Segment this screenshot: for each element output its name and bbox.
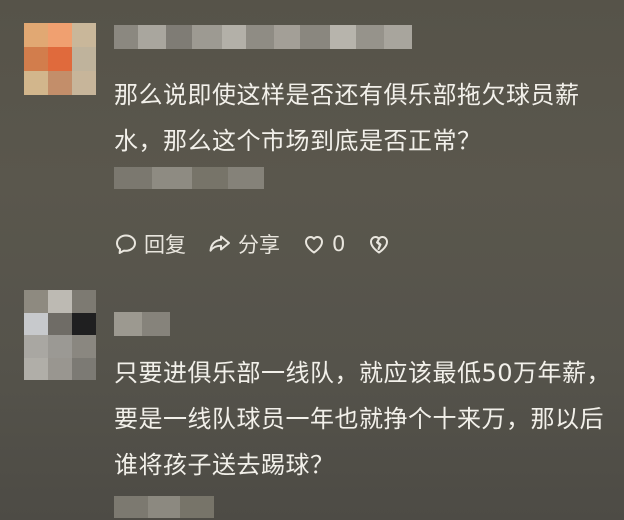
avatar-pixel [24, 290, 48, 313]
avatar-pixel [24, 71, 48, 95]
avatar-pixel [72, 290, 96, 313]
reply-button[interactable]: 回复 [114, 229, 186, 259]
avatar-pixel [72, 71, 96, 95]
avatar-pixel [72, 23, 96, 47]
like-heart-icon [305, 236, 323, 254]
avatar-pixel [72, 312, 96, 335]
share-label: 分享 [238, 233, 280, 257]
comment-actions: 回复 分享 0 [114, 226, 419, 262]
like-count: 0 [332, 232, 346, 256]
share-icon [209, 235, 230, 252]
reply-label: 回复 [144, 233, 186, 257]
avatar[interactable] [24, 23, 96, 95]
avatar-pixel [24, 335, 48, 358]
avatar-pixel [24, 23, 48, 47]
avatar-pixel [72, 47, 96, 71]
dislike-broken-heart-icon [370, 236, 389, 254]
avatar-pixel [48, 71, 72, 95]
comment-text: 那么说即使这样是否还有俱乐部拖欠球员薪水，那么这个市场到底是否正常？ [114, 81, 580, 155]
avatar-pixel [24, 47, 48, 71]
avatar-pixel [48, 23, 72, 47]
avatar-pixel [72, 335, 96, 358]
comment-meta-blurred [114, 167, 264, 189]
comment-thread: 那么说即使这样是否还有俱乐部拖欠球员薪水，那么这个市场到底是否正常？ 回复 分享… [0, 0, 624, 520]
username-blurred[interactable] [114, 25, 412, 49]
avatar-pixel [48, 357, 72, 380]
avatar-pixel [72, 357, 96, 380]
like-button[interactable]: 0 [302, 232, 345, 256]
comment-text: 只要进俱乐部一线队，就应该最低50万年薪，要是一线队球员一年也就挣个十来万，那以… [114, 359, 612, 479]
avatar-pixel [24, 357, 48, 380]
comment-meta-blurred [114, 496, 214, 518]
avatar[interactable] [24, 290, 96, 380]
username-blurred[interactable] [114, 312, 170, 336]
reply-icon [116, 234, 136, 254]
avatar-pixel [48, 290, 72, 313]
avatar-pixel [48, 312, 72, 335]
share-button[interactable]: 分享 [208, 229, 280, 259]
dislike-button[interactable] [367, 232, 397, 256]
avatar-pixel [48, 335, 72, 358]
avatar-pixel [24, 312, 48, 335]
avatar-pixel [48, 47, 72, 71]
